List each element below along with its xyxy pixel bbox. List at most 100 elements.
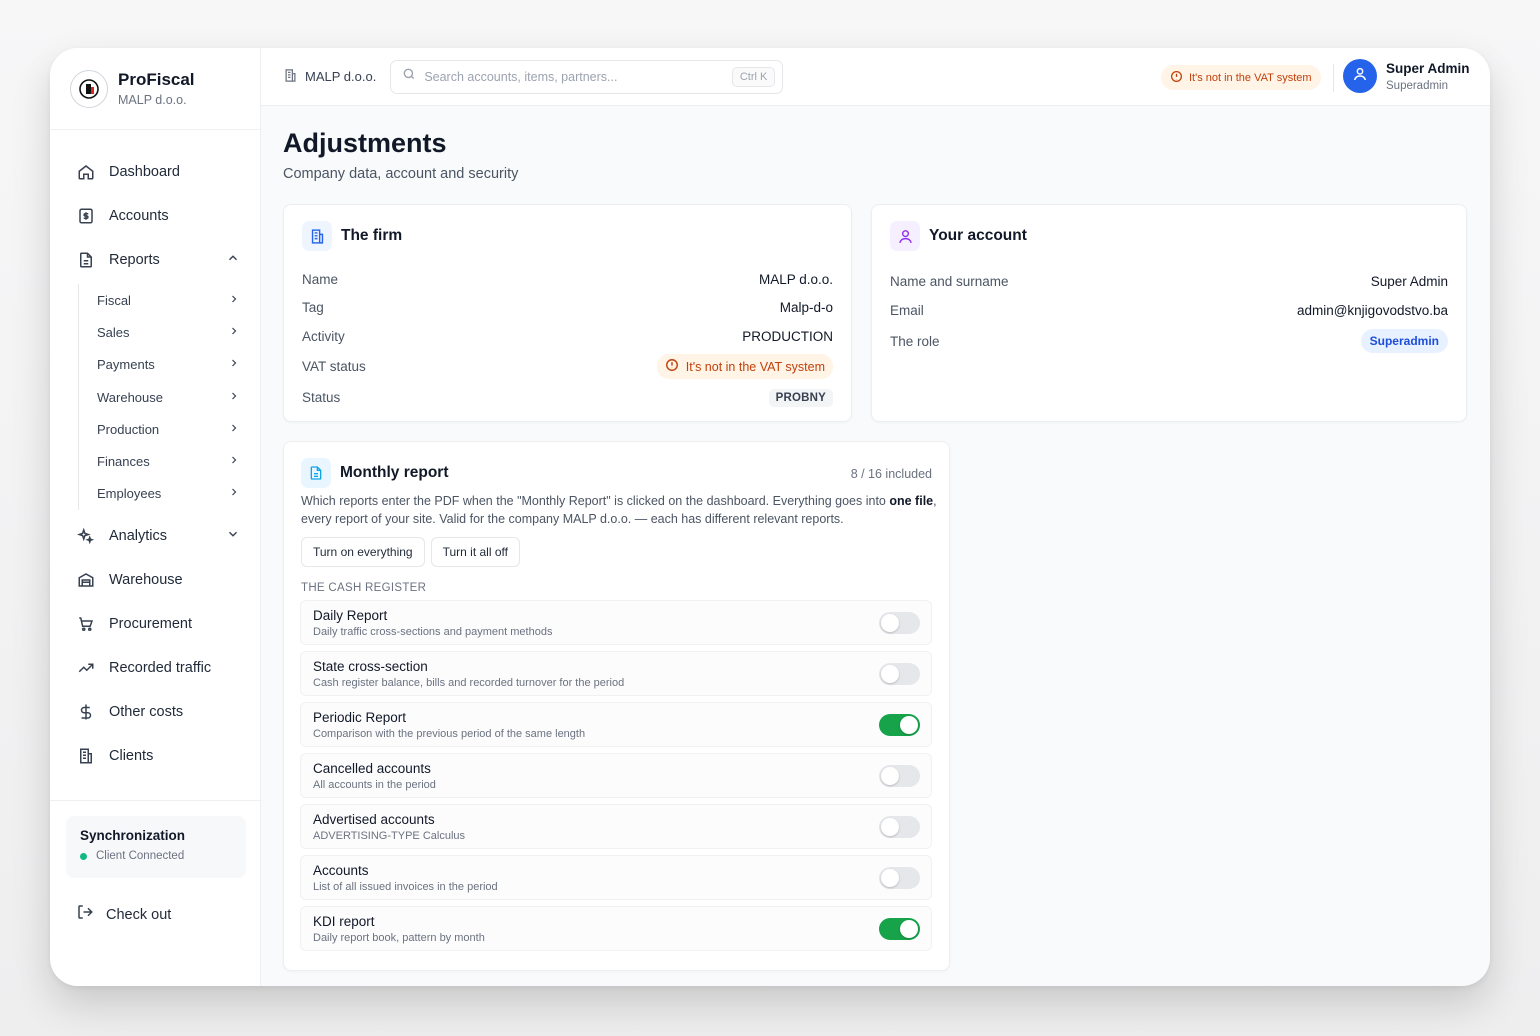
toggle-advertised-accounts[interactable] xyxy=(879,816,920,838)
toggle-accounts[interactable] xyxy=(879,867,920,889)
reports-submenu: Fiscal Sales Payments Warehouse Producti… xyxy=(78,284,260,511)
search-box[interactable]: Ctrl K xyxy=(390,59,784,94)
report-row-accounts: Accounts List of all issued invoices in … xyxy=(300,855,932,900)
nav-procurement-label: Procurement xyxy=(109,616,193,633)
nav-warehouse-label: Warehouse xyxy=(109,572,183,589)
building-icon xyxy=(283,68,298,86)
chevron-down-icon[interactable] xyxy=(226,527,240,546)
report-row-advertised: Advertised accounts ADVERTISING-TYPE Cal… xyxy=(300,804,932,849)
sync-title: Synchronization xyxy=(80,828,186,843)
user-menu[interactable]: Super Admin Superadmin xyxy=(1343,59,1470,93)
sub-item-finances[interactable]: Finances xyxy=(97,445,260,477)
toggle-daily-report[interactable] xyxy=(879,612,920,634)
chevron-up-icon[interactable] xyxy=(226,251,240,270)
account-card: Your account Name and surname Super Admi… xyxy=(871,204,1467,422)
trending-up-icon xyxy=(76,658,96,678)
firm-card-title: The firm xyxy=(341,227,403,244)
sidebar-divider xyxy=(50,800,260,801)
nav-other-costs[interactable]: Other costs xyxy=(50,690,260,734)
sub-item-payments[interactable]: Payments xyxy=(97,349,260,381)
logo-icon xyxy=(70,69,108,108)
monthly-description: Which reports enter the PDF when the "Mo… xyxy=(301,494,937,526)
report-row-kdi: KDI report Daily report book, pattern by… xyxy=(300,906,932,951)
monthly-report-card: Monthly report 8 / 16 included Which rep… xyxy=(283,441,950,971)
status-dot-icon xyxy=(80,852,87,860)
nav-reports-label: Reports xyxy=(109,252,160,268)
monthly-card-title: Monthly report xyxy=(340,464,449,481)
brand[interactable]: ProFiscal MALP d.o.o. xyxy=(50,48,260,130)
sub-item-fiscal[interactable]: Fiscal xyxy=(97,284,260,316)
chevron-right-icon xyxy=(228,293,240,308)
logout-button[interactable]: Check out xyxy=(76,903,171,926)
sidebar: ProFiscal MALP d.o.o. Dashboard Accounts xyxy=(50,48,261,986)
sync-panel: Synchronization Client Connected xyxy=(66,816,246,878)
account-field-email: Email admin@knjigovodstvo.ba xyxy=(890,303,1448,318)
sync-status: Client Connected xyxy=(80,850,232,862)
brand-name: ProFiscal xyxy=(118,70,195,89)
toggle-state-cross-section[interactable] xyxy=(879,663,920,685)
firm-card-header: The firm xyxy=(302,221,833,251)
toggle-periodic-report[interactable] xyxy=(879,714,920,736)
app-window: ProFiscal MALP d.o.o. Dashboard Accounts xyxy=(50,48,1490,986)
search-input[interactable] xyxy=(424,69,732,84)
topbar-separator xyxy=(1333,64,1334,92)
nav-dashboard[interactable]: Dashboard xyxy=(50,150,260,194)
chevron-right-icon xyxy=(228,390,240,405)
user-role: Superadmin xyxy=(1386,79,1449,92)
invoice-dollar-icon xyxy=(76,206,96,226)
turn-off-all-button[interactable]: Turn it all off xyxy=(430,537,520,567)
user-icon xyxy=(1352,66,1368,87)
brand-company: MALP d.o.o. xyxy=(118,93,187,107)
document-icon xyxy=(301,458,331,488)
nav-analytics-label: Analytics xyxy=(109,528,168,545)
account-field-role: The role Superadmin xyxy=(890,325,1448,357)
home-icon xyxy=(76,162,96,182)
sub-item-employees[interactable]: Employees xyxy=(97,478,260,510)
turn-on-all-button[interactable]: Turn on everything xyxy=(301,537,425,567)
firm-field-name: Name MALP d.o.o. xyxy=(302,271,833,287)
building-icon xyxy=(76,746,96,766)
toggle-cancelled-accounts[interactable] xyxy=(879,765,920,787)
chevron-right-icon xyxy=(228,454,240,469)
nav-clients[interactable]: Clients xyxy=(50,734,260,778)
sub-item-warehouse[interactable]: Warehouse xyxy=(97,381,260,413)
section-label: THE CASH REGISTER xyxy=(301,582,427,594)
nav-accounts[interactable]: Accounts xyxy=(50,194,260,238)
account-card-title: Your account xyxy=(929,227,1027,244)
chevron-right-icon xyxy=(228,325,240,340)
chevron-right-icon xyxy=(228,357,240,372)
company-selector[interactable]: MALP d.o.o. xyxy=(283,68,376,86)
nav-procurement[interactable]: Procurement xyxy=(50,602,260,646)
nav-dashboard-label: Dashboard xyxy=(109,164,180,180)
report-row-periodic: Periodic Report Comparison with the prev… xyxy=(300,702,932,747)
firm-field-vat: VAT status It's not in the VAT system xyxy=(302,351,833,382)
nav-recorded-traffic[interactable]: Recorded traffic xyxy=(50,646,260,690)
included-count: 8 / 16 included xyxy=(850,467,932,481)
page-subtitle: Company data, account and security xyxy=(283,166,519,182)
sub-item-production[interactable]: Production xyxy=(97,413,260,445)
avatar xyxy=(1343,59,1377,93)
company-name: MALP d.o.o. xyxy=(305,69,377,84)
alert-circle-icon xyxy=(1170,70,1183,86)
topbar: MALP d.o.o. Ctrl K It's not in the VAT s… xyxy=(261,48,1490,106)
nav-recorded-traffic-label: Recorded traffic xyxy=(109,660,212,677)
nav-analytics[interactable]: Analytics xyxy=(50,514,260,558)
page-title: Adjustments xyxy=(283,128,447,158)
nav-clients-label: Clients xyxy=(109,748,154,765)
chevron-right-icon xyxy=(228,422,240,437)
report-row-cancelled: Cancelled accounts All accounts in the p… xyxy=(300,753,932,798)
sparkles-icon xyxy=(76,526,96,546)
user-name: Super Admin xyxy=(1386,60,1470,76)
dollar-icon xyxy=(76,702,96,722)
sub-item-sales[interactable]: Sales xyxy=(97,316,260,348)
report-row-state: State cross-section Cash register balanc… xyxy=(300,651,932,696)
chevron-right-icon xyxy=(228,486,240,501)
firm-card: The firm Name MALP d.o.o. Tag Malp-d-o A… xyxy=(283,204,852,422)
account-field-name: Name and surname Super Admin xyxy=(890,274,1448,289)
warehouse-icon xyxy=(76,570,96,590)
toggle-kdi-report[interactable] xyxy=(879,918,920,940)
nav-warehouse[interactable]: Warehouse xyxy=(50,558,260,602)
status-badge: PROBNY xyxy=(768,388,833,407)
firm-field-tag: Tag Malp-d-o xyxy=(302,299,833,315)
nav-reports[interactable]: Reports xyxy=(50,238,260,282)
